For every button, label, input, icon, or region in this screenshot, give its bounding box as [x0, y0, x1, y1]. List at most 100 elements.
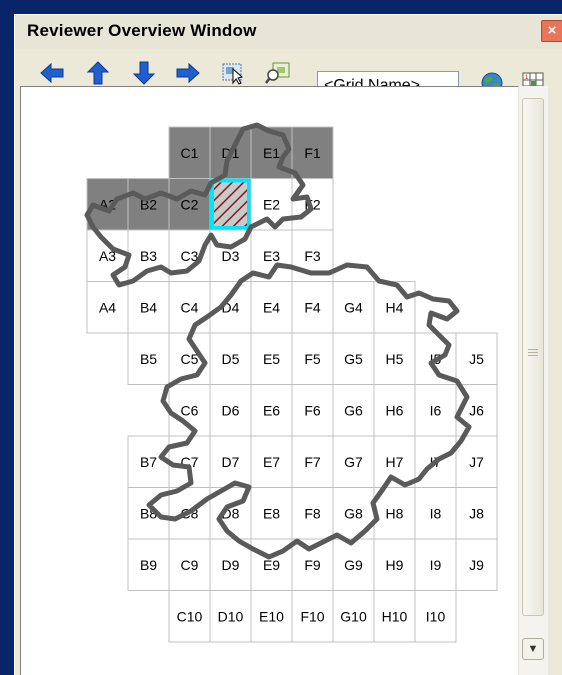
grid-cell-label: F3	[304, 248, 321, 264]
grid-cell-label: D6	[222, 402, 240, 418]
grid-cell-h9[interactable]: H9	[373, 538, 416, 591]
grid-cell-label: B7	[140, 454, 157, 470]
grid-cell-b5[interactable]: B5	[127, 332, 170, 385]
grid-cell-f7[interactable]: F7	[291, 435, 334, 488]
grid-cell-label: C1	[181, 145, 199, 161]
select-tool-icon[interactable]	[221, 61, 247, 85]
grid-canvas[interactable]: C1 D1 E1 F1A2 B2 C2 E2 F2A3 B3 C3 D3 E3 F3A4 B4 C4 D4 E4…	[21, 87, 518, 675]
grid-cell-label: G4	[344, 299, 363, 315]
grid-cell-label: C4	[181, 299, 199, 315]
grid-cell-label: H5	[386, 351, 404, 367]
grid-cell-label: J9	[469, 557, 484, 573]
grid-cell-label: E9	[263, 557, 280, 573]
grid-cell-label: C10	[177, 608, 203, 624]
grid-cell-c1[interactable]: C1	[168, 126, 211, 179]
grid-cell-d5[interactable]: D5	[209, 332, 252, 385]
zoom-to-icon[interactable]	[265, 61, 291, 85]
down-arrow-icon[interactable]	[131, 61, 157, 85]
grid-cell-label: F5	[304, 351, 321, 367]
grid-cell-f4[interactable]: F4	[291, 281, 334, 334]
grid-cell-c4[interactable]: C4	[168, 281, 211, 334]
grid-cell-label: C2	[181, 196, 199, 212]
grid-cell-e7[interactable]: E7	[250, 435, 293, 488]
forward-arrow-icon[interactable]	[175, 61, 201, 85]
grid-cell-label: E4	[263, 299, 280, 315]
grid-cell-e5[interactable]: E5	[250, 332, 293, 385]
grid-cell-d6[interactable]: D6	[209, 384, 252, 437]
grid-cell-i10[interactable]: I10	[414, 590, 457, 643]
grid-cell-h5[interactable]: H5	[373, 332, 416, 385]
grid-cell-f6[interactable]: F6	[291, 384, 334, 437]
scrollbar-thumb[interactable]	[522, 98, 544, 616]
grid-cell-label: F10	[300, 608, 324, 624]
grid-cell-a3[interactable]: A3	[86, 229, 129, 282]
grid-cell-h10[interactable]: H10	[373, 590, 416, 643]
grid-cell-f8[interactable]: F8	[291, 487, 334, 540]
grid-cell-g5[interactable]: G5	[332, 332, 375, 385]
grid-cell-d4[interactable]: D4	[209, 281, 252, 334]
grid-cell-i6[interactable]: I6	[414, 384, 457, 437]
grid-cell-g4[interactable]: G4	[332, 281, 375, 334]
grid-cell-e8[interactable]: E8	[250, 487, 293, 540]
grid-cell-d10[interactable]: D10	[209, 590, 252, 643]
grid-cell-e10[interactable]: E10	[250, 590, 293, 643]
back-arrow-icon[interactable]	[39, 61, 65, 85]
grid-cell-f10[interactable]: F10	[291, 590, 334, 643]
grid-cell-label: H10	[382, 608, 408, 624]
grid-cell-f5[interactable]: F5	[291, 332, 334, 385]
grid-cell-j8[interactable]: J8	[455, 487, 498, 540]
grid-cell-label: G10	[340, 608, 367, 624]
grid-cell-e6[interactable]: E6	[250, 384, 293, 437]
grid-cell-label: F9	[304, 557, 321, 573]
grid-cell-label: E6	[263, 402, 280, 418]
grid-cell-b7[interactable]: B7	[127, 435, 170, 488]
grid-cell-d7[interactable]: D7	[209, 435, 252, 488]
grid-cell-j7[interactable]: J7	[455, 435, 498, 488]
grid-cell-label: E1	[263, 145, 280, 161]
grid-cell-label: E8	[263, 505, 280, 521]
grid-cell-label: C9	[181, 557, 199, 573]
grid-cell-label: E5	[263, 351, 280, 367]
overview-map[interactable]: C1 D1 E1 F1 A2 B2 C2 E2 F2 A3 B3 C3 D3 E3 F3 A4 B4 C4 D4 E4…	[20, 86, 518, 675]
grid-cell-b4[interactable]: B4	[127, 281, 170, 334]
title-bar[interactable]: Reviewer Overview Window ×	[15, 15, 562, 49]
grid-cell-label: F8	[304, 505, 321, 521]
scroll-down-button[interactable]: ▼	[522, 638, 544, 660]
grid-cell-c10[interactable]: C10	[168, 590, 211, 643]
grid-cell-g6[interactable]: G6	[332, 384, 375, 437]
grid-cell-j5[interactable]: J5	[455, 332, 498, 385]
grid-cell-label: H7	[386, 454, 404, 470]
selected-grid-cell[interactable]	[210, 178, 251, 230]
grid-cell-i8[interactable]: I8	[414, 487, 457, 540]
grid-cell-label: G9	[344, 557, 363, 573]
grid-cell-d2[interactable]	[209, 178, 252, 231]
grid-cell-label: H8	[386, 505, 404, 521]
grid-cell-f2[interactable]: F2	[291, 178, 334, 231]
close-button[interactable]: ×	[541, 20, 562, 42]
grip-icon	[528, 349, 538, 361]
grid-cell-c9[interactable]: C9	[168, 538, 211, 591]
grid-cell-a4[interactable]: A4	[86, 281, 129, 334]
grid-cell-label: D7	[222, 454, 240, 470]
grid-cell-h4[interactable]: H4	[373, 281, 416, 334]
grid-cell-b9[interactable]: B9	[127, 538, 170, 591]
vertical-scrollbar[interactable]: ▼	[518, 86, 548, 675]
grid-cell-e4[interactable]: E4	[250, 281, 293, 334]
grid-cell-label: J6	[469, 402, 484, 418]
grid-cell-g9[interactable]: G9	[332, 538, 375, 591]
grid-cell-label: B3	[140, 248, 157, 264]
grid-cell-label: I8	[430, 505, 442, 521]
grid-cell-j9[interactable]: J9	[455, 538, 498, 591]
grid-cell-c2[interactable]: C2	[168, 178, 211, 231]
grid-cell-label: G7	[344, 454, 363, 470]
grid-cell-g7[interactable]: G7	[332, 435, 375, 488]
grid-cell-f1[interactable]: F1	[291, 126, 334, 179]
grid-cell-b3[interactable]: B3	[127, 229, 170, 282]
grid-cell-label: F7	[304, 454, 321, 470]
grid-cell-g10[interactable]: G10	[332, 590, 375, 643]
up-arrow-icon[interactable]	[85, 61, 111, 85]
grid-cell-i9[interactable]: I9	[414, 538, 457, 591]
window-title: Reviewer Overview Window	[27, 21, 257, 40]
grid-cell-h6[interactable]: H6	[373, 384, 416, 437]
grid-cell-b2[interactable]: B2	[127, 178, 170, 231]
